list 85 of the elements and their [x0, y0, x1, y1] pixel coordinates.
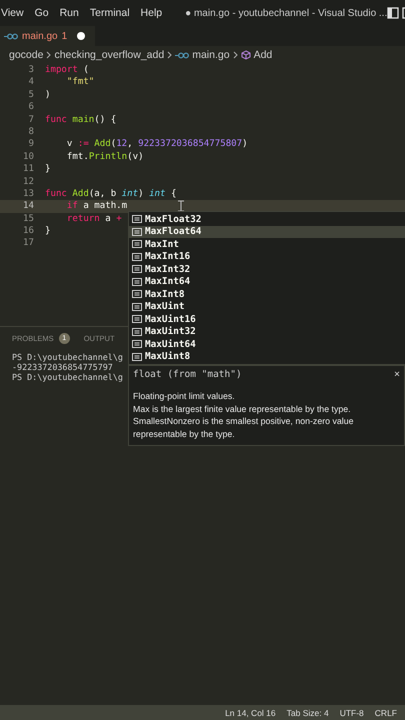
chevron-icon — [167, 51, 172, 59]
terminal-line: -9223372036854775797 — [12, 362, 113, 372]
suggestion-item[interactable]: MaxUint64 — [129, 338, 405, 350]
chevron-icon — [232, 51, 238, 59]
breadcrumb-item[interactable]: Add — [254, 49, 272, 61]
line-number: 4 — [28, 76, 35, 89]
line-number: 8 — [28, 126, 35, 138]
line-number: 11 — [22, 163, 35, 176]
constant-icon — [132, 352, 142, 361]
constant-icon — [132, 278, 142, 286]
menu-item[interactable]: Help — [140, 7, 162, 19]
code-line: v := Add(12, 9223372036854775807) — [66, 138, 248, 151]
breadcrumb-item[interactable]: main.go — [192, 49, 230, 61]
line-number: 5 — [28, 88, 35, 102]
menu-item[interactable]: Go — [34, 7, 49, 19]
window-title: ● main.go - youtubechannel - Visual Studio ... — [185, 8, 388, 18]
code-line: "fmt" — [66, 76, 94, 89]
terminal-line: PS D:\youtubechannel\g — [12, 372, 123, 382]
constant-icon — [132, 290, 142, 298]
breadcrumb-item[interactable]: checking_overflow_add — [54, 49, 164, 61]
line-number: 10 — [22, 150, 35, 164]
line-number: 15 — [22, 212, 35, 226]
code-line: import ( — [45, 64, 89, 76]
code-line: } — [45, 163, 50, 176]
line-number: 14 — [22, 200, 35, 213]
terminal-line: PS D:\youtubechannel\g — [12, 352, 123, 362]
suggestion-item[interactable]: MaxFloat32 — [129, 213, 405, 226]
code-line: ) — [45, 88, 50, 102]
constant-icon — [132, 340, 142, 348]
suggestion-item[interactable]: MaxUint — [129, 300, 405, 313]
tab-label: main.go — [22, 30, 58, 42]
suggestion-item[interactable]: MaxInt8 — [129, 288, 405, 300]
line-number: 9 — [28, 138, 35, 151]
constant-icon — [132, 265, 142, 274]
unsaved-dot[interactable] — [77, 32, 86, 40]
constant-icon — [132, 228, 142, 236]
doc-text: Floating-point limit values. — [133, 390, 236, 402]
status-item[interactable]: Tab Size: 4 — [286, 708, 329, 718]
breadcrumb-item[interactable]: gocode — [9, 49, 44, 61]
menu-item[interactable]: Terminal — [90, 7, 130, 19]
constant-icon — [132, 252, 142, 261]
problem-count: 1 — [62, 30, 68, 42]
line-number: 7 — [28, 114, 35, 126]
cube-icon — [240, 50, 251, 60]
suggestion-item[interactable]: MaxInt — [129, 238, 405, 250]
suggestion-item[interactable]: MaxFloat64 — [129, 226, 405, 238]
code-line: func main() { — [45, 114, 116, 126]
suggestion-item[interactable]: MaxInt16 — [129, 250, 405, 263]
code-line: } — [45, 225, 50, 238]
constant-icon — [132, 302, 142, 311]
doc-text: Max is the largest finite value representable by the type. — [133, 402, 352, 415]
close-button[interactable]: × — [394, 369, 400, 380]
doc-text: SmallestNonzero is the smallest positive, non-zero value — [133, 415, 355, 428]
go-file-icon — [4, 32, 18, 40]
editor-tab[interactable]: main.go 1 — [0, 26, 96, 46]
sidebar-layout-icon[interactable] — [387, 7, 400, 19]
text-cursor-icon — [178, 200, 184, 212]
line-number: 3 — [28, 64, 35, 76]
doc-text: representable by the type. — [133, 428, 236, 440]
code-line: if a math.m — [66, 200, 128, 213]
constant-icon — [132, 240, 142, 248]
line-number: 16 — [22, 225, 35, 238]
constant-icon — [132, 328, 142, 336]
suggestion-item[interactable]: MaxUint8 — [129, 350, 405, 363]
line-number: 17 — [22, 237, 35, 250]
status-item[interactable]: UTF-8 — [340, 708, 364, 718]
code-line: func Add(a, b int) int { — [45, 188, 176, 200]
go-file-icon — [175, 52, 190, 58]
code-line: fmt.Println(v) — [66, 150, 144, 164]
suggestion-item[interactable]: MaxUint32 — [129, 326, 405, 338]
signature-text: float (from "math") — [133, 369, 242, 380]
suggestion-item[interactable]: MaxInt32 — [129, 263, 405, 276]
line-number: 6 — [28, 101, 35, 114]
suggestion-item[interactable]: MaxUint16 — [129, 313, 405, 326]
status-item[interactable]: CRLF — [374, 708, 397, 718]
code-line: return a + — [66, 212, 122, 226]
constant-icon — [132, 315, 142, 324]
line-number: 12 — [22, 176, 35, 188]
menu-item[interactable]: View — [1, 7, 24, 19]
line-number: 13 — [22, 188, 35, 200]
status-item[interactable]: Ln 14, Col 16 — [225, 708, 276, 718]
suggestion-item[interactable]: MaxInt64 — [129, 276, 405, 288]
chevron-icon — [46, 51, 52, 59]
menu-item[interactable]: Run — [60, 7, 79, 19]
constant-icon — [132, 215, 142, 224]
